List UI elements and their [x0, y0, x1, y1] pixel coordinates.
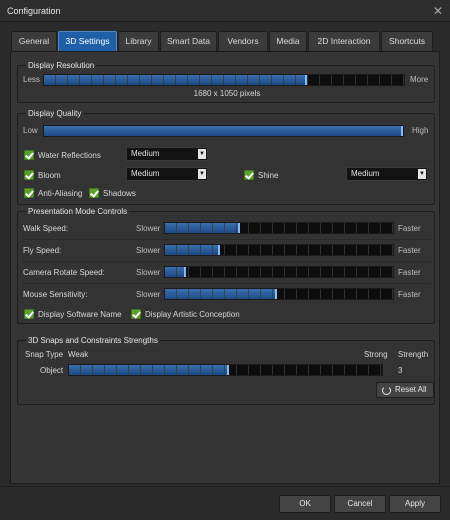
checkbox-label: Bloom [38, 171, 61, 180]
snaps-group: 3D Snaps and Constraints Strengths Snap … [17, 336, 435, 405]
checkbox-label: Display Software Name [38, 310, 122, 319]
group-title: Presentation Mode Controls [26, 207, 130, 217]
group-title: Display Resolution [26, 61, 97, 71]
group-title: Display Quality [26, 109, 84, 119]
display-artistic-conception-checkbox[interactable] [131, 309, 141, 319]
tab-smart-data[interactable]: Smart Data [160, 31, 217, 51]
tab-general[interactable]: General [11, 31, 57, 51]
title-bar: Configuration ✕ [0, 0, 450, 22]
slider-max-label: Faster [398, 268, 421, 277]
shine-checkbox[interactable] [244, 170, 254, 180]
slider-max-label: More [410, 75, 429, 84]
chevron-down-icon: ▼ [418, 169, 426, 179]
tab-media[interactable]: Media [269, 31, 307, 51]
close-icon[interactable]: ✕ [433, 4, 443, 18]
settings-panel: Display Resolution Less More 1680 x 1050… [10, 51, 440, 484]
camera-rotate-speed-slider[interactable] [164, 266, 394, 278]
window-title: Configuration [7, 6, 61, 16]
slider-max-label: Faster [398, 224, 421, 233]
row-label: Camera Rotate Speed: [23, 268, 105, 277]
column-header: Strength [398, 350, 429, 359]
shadows-checkbox[interactable] [89, 188, 99, 198]
refresh-icon [382, 386, 391, 395]
row-label: Fly Speed: [23, 246, 62, 255]
walk-speed-slider[interactable] [164, 222, 394, 234]
slider-min-label: Less [23, 75, 40, 84]
checkbox-label: Shadows [103, 189, 136, 198]
display-software-name-checkbox[interactable] [24, 309, 34, 319]
tab-library[interactable]: Library [118, 31, 159, 51]
slider-max-label: Faster [398, 246, 421, 255]
slider-max-label: High [412, 126, 429, 135]
display-quality-slider[interactable] [43, 125, 404, 137]
tab-2d-interaction[interactable]: 2D Interaction [308, 31, 380, 51]
apply-button[interactable]: Apply [389, 495, 441, 513]
bloom-select[interactable]: Medium ▼ [126, 167, 208, 181]
checkbox-label: Shine [258, 171, 279, 180]
slider-min-label: Slower [136, 224, 161, 233]
fly-speed-slider[interactable] [164, 244, 394, 256]
snap-strength-value: 3 [398, 366, 403, 375]
row-label: Mouse Sensitivity: [23, 290, 88, 299]
anti-aliasing-checkbox[interactable] [24, 188, 34, 198]
resolution-value: 1680 x 1050 pixels [193, 89, 261, 98]
slider-min-label: Slower [136, 290, 161, 299]
presentation-mode-group: Presentation Mode Controls Walk Speed: S… [17, 207, 435, 324]
chevron-down-icon: ▼ [198, 149, 206, 159]
mouse-sensitivity-slider[interactable] [164, 288, 394, 300]
display-resolution-slider[interactable] [43, 74, 405, 86]
reset-all-button[interactable]: Reset All [376, 382, 434, 398]
tab-shortcuts[interactable]: Shortcuts [381, 31, 433, 51]
row-label: Walk Speed: [23, 224, 69, 233]
water-reflections-select[interactable]: Medium ▼ [126, 147, 208, 161]
snap-type-label: Object [40, 366, 64, 375]
group-title: 3D Snaps and Constraints Strengths [26, 336, 160, 346]
ok-button[interactable]: OK [279, 495, 331, 513]
column-header: Weak [68, 350, 89, 359]
slider-min-label: Slower [136, 268, 161, 277]
slider-min-label: Slower [136, 246, 161, 255]
tab-3d-settings[interactable]: 3D Settings [58, 31, 117, 51]
bloom-checkbox[interactable] [24, 170, 34, 180]
checkbox-label: Water Reflections [38, 151, 101, 160]
shine-select[interactable]: Medium ▼ [346, 167, 428, 181]
slider-max-label: Faster [398, 290, 421, 299]
checkbox-label: Anti-Aliasing [38, 189, 83, 198]
checkbox-label: Display Artistic Conception [145, 310, 240, 319]
water-reflections-checkbox[interactable] [24, 150, 34, 160]
chevron-down-icon: ▼ [198, 169, 206, 179]
display-quality-group: Display Quality Low High Water Reflectio… [17, 109, 435, 205]
tab-vendors[interactable]: Vendors [218, 31, 268, 51]
cancel-button[interactable]: Cancel [334, 495, 386, 513]
column-header: Strong [364, 350, 388, 359]
column-header: Snap Type [25, 350, 64, 359]
object-snap-slider[interactable] [68, 364, 383, 376]
slider-min-label: Low [23, 126, 38, 135]
display-resolution-group: Display Resolution Less More 1680 x 1050… [17, 61, 435, 103]
